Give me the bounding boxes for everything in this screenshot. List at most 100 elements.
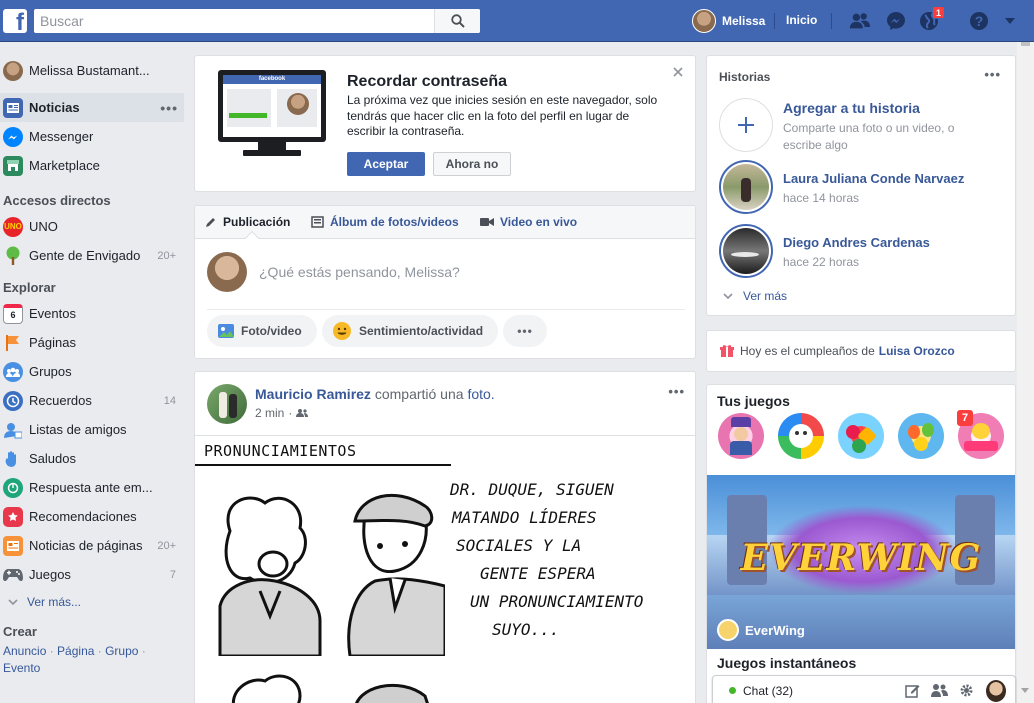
tab-live-video[interactable]: Video en vivo <box>480 215 577 229</box>
album-icon <box>311 216 324 228</box>
story-time: hace 22 horas <box>783 255 860 269</box>
birthday-card[interactable]: Hoy es el cumpleaños de Luisa Orozco <box>706 330 1016 372</box>
sidebar-item-recommendations[interactable]: Recomendaciones <box>0 502 184 531</box>
create-links: Anuncio · Página · Grupo · Evento <box>3 644 146 675</box>
create-group-link[interactable]: Grupo <box>105 644 138 658</box>
shortcuts-heading: Accesos directos <box>3 193 111 208</box>
sidebar-item-marketplace[interactable]: Marketplace <box>0 151 184 180</box>
birthday-person-link[interactable]: Luisa Orozco <box>879 344 955 358</box>
feeling-activity-button[interactable]: Sentimiento/actividad <box>322 315 498 347</box>
close-icon <box>673 67 683 77</box>
tree-icon <box>3 246 23 266</box>
comic-speech-text: DR. DUQUE, SIGUEN MATANDO LÍDERES SOCIAL… <box>450 480 644 639</box>
post-image[interactable]: PRONUNCIAMIENTOS DR. DUQUE, SIGUEN MATAN… <box>195 436 695 703</box>
not-now-button[interactable]: Ahora no <box>433 152 511 176</box>
story-author-link[interactable]: Laura Juliana Conde Narvaez <box>783 171 964 186</box>
post-author-link[interactable]: Mauricio Ramirez <box>255 386 371 402</box>
new-message-button[interactable] <box>905 683 920 701</box>
post-timestamp[interactable]: 2 min <box>255 406 284 420</box>
create-event-link[interactable]: Evento <box>3 661 40 675</box>
chevron-down-icon <box>8 599 18 606</box>
calendar-icon: 6 <box>3 303 23 324</box>
comic-panel-2 <box>232 674 429 703</box>
flag-icon <box>3 333 23 353</box>
accept-button[interactable]: Aceptar <box>347 152 425 176</box>
game-icon-2[interactable] <box>778 413 824 459</box>
sidebar-item-events[interactable]: 6 Eventos <box>0 299 184 328</box>
notification-badge: 1 <box>932 6 946 19</box>
scrollbar[interactable] <box>1017 42 1034 703</box>
sidebar-item-label: Eventos <box>29 306 76 321</box>
sidebar-item-news-feed[interactable]: Noticias ••• <box>0 93 184 122</box>
chat-settings-button[interactable] <box>959 683 974 701</box>
everwing-banner[interactable]: EVERWING EverWing <box>707 475 1015 649</box>
search-button[interactable] <box>434 9 480 33</box>
chat-contact-avatar[interactable] <box>986 680 1006 702</box>
chat-bar[interactable]: Chat (32) <box>712 675 1016 703</box>
search-bar <box>34 9 480 33</box>
compose-icon <box>905 685 920 698</box>
scroll-down-arrow-icon[interactable] <box>1021 688 1029 693</box>
stories-options-button[interactable]: ••• <box>984 67 1001 82</box>
sidebar-item-groups[interactable]: Grupos <box>0 357 184 386</box>
tab-post[interactable]: Publicación <box>205 215 290 229</box>
post-options-button[interactable]: ••• <box>668 384 685 399</box>
story-author-link[interactable]: Diego Andres Cardenas <box>783 235 930 250</box>
smiley-icon <box>333 322 351 340</box>
tab-indicator <box>244 230 260 246</box>
scrollbar-thumb[interactable] <box>1021 42 1030 46</box>
composer-input[interactable]: ¿Qué estás pensando, Melissa? <box>259 264 460 280</box>
chat-label: Chat (32) <box>743 683 794 698</box>
friends-icon <box>849 13 871 29</box>
sidebar-item-label: Noticias <box>29 100 80 115</box>
sidebar-item-gente-envigado[interactable]: Gente de Envigado 20+ <box>0 241 184 270</box>
facebook-logo-icon[interactable]: f <box>3 9 27 35</box>
create-ad-link[interactable]: Anuncio <box>3 644 46 658</box>
messenger-icon <box>887 12 905 30</box>
stories-see-more[interactable]: Ver más <box>723 289 787 303</box>
sidebar-item-messenger[interactable]: Messenger <box>0 122 184 151</box>
post-object-link[interactable]: foto. <box>467 386 494 402</box>
news-feed-icon <box>3 97 23 118</box>
create-page-link[interactable]: Página <box>57 644 94 658</box>
friend-requests-button[interactable] <box>849 10 871 32</box>
sidebar-item-uno[interactable]: UNO UNO <box>0 212 184 241</box>
sidebar-item-games[interactable]: Juegos 7 <box>0 560 184 589</box>
account-menu-button[interactable] <box>999 10 1021 32</box>
story-avatar[interactable] <box>719 224 773 278</box>
tab-photo-album[interactable]: Álbum de fotos/videos <box>311 215 459 229</box>
avatar[interactable] <box>207 384 247 424</box>
game-icon-1[interactable] <box>718 413 764 459</box>
search-input[interactable] <box>34 10 434 32</box>
add-story-link[interactable]: Agregar a tu historia <box>783 100 920 116</box>
sidebar-item-label: Noticias de páginas <box>29 538 143 553</box>
game-icon-4[interactable] <box>898 413 944 459</box>
close-button[interactable] <box>673 65 683 80</box>
sidebar-item-label: Grupos <box>29 364 72 379</box>
create-group-button[interactable] <box>931 683 948 701</box>
story-avatar[interactable] <box>719 160 773 214</box>
video-camera-icon <box>480 218 494 226</box>
sidebar-item-pages-feed[interactable]: Noticias de páginas 20+ <box>0 531 184 560</box>
sidebar-item-pokes[interactable]: Saludos <box>0 444 184 473</box>
sidebar-item-profile[interactable]: Melissa Bustamant... <box>0 56 184 85</box>
post-meta: 2 min · <box>255 406 309 420</box>
see-more-link[interactable]: Ver más... <box>0 589 184 615</box>
more-options-button[interactable]: ••• <box>503 315 547 347</box>
messenger-button[interactable] <box>885 10 907 32</box>
sidebar-item-friend-lists[interactable]: Listas de amigos <box>0 415 184 444</box>
profile-link[interactable]: Melissa <box>692 9 765 33</box>
photo-video-button[interactable]: Foto/video <box>207 315 317 347</box>
sidebar-item-memories[interactable]: Recuerdos 14 <box>0 386 184 415</box>
everwing-icon <box>717 619 739 641</box>
more-options-icon: ••• <box>517 324 533 338</box>
game-icon-3[interactable] <box>838 413 884 459</box>
more-options-icon: ••• <box>984 67 1001 82</box>
pages-feed-icon <box>3 535 23 556</box>
help-button[interactable]: ? <box>968 10 990 32</box>
sidebar-item-pages[interactable]: Páginas <box>0 328 184 357</box>
add-story-button[interactable] <box>719 98 773 152</box>
more-options-icon[interactable]: ••• <box>160 100 178 116</box>
home-link[interactable]: Inicio <box>786 13 817 27</box>
sidebar-item-crisis-response[interactable]: Respuesta ante em... <box>0 473 184 502</box>
